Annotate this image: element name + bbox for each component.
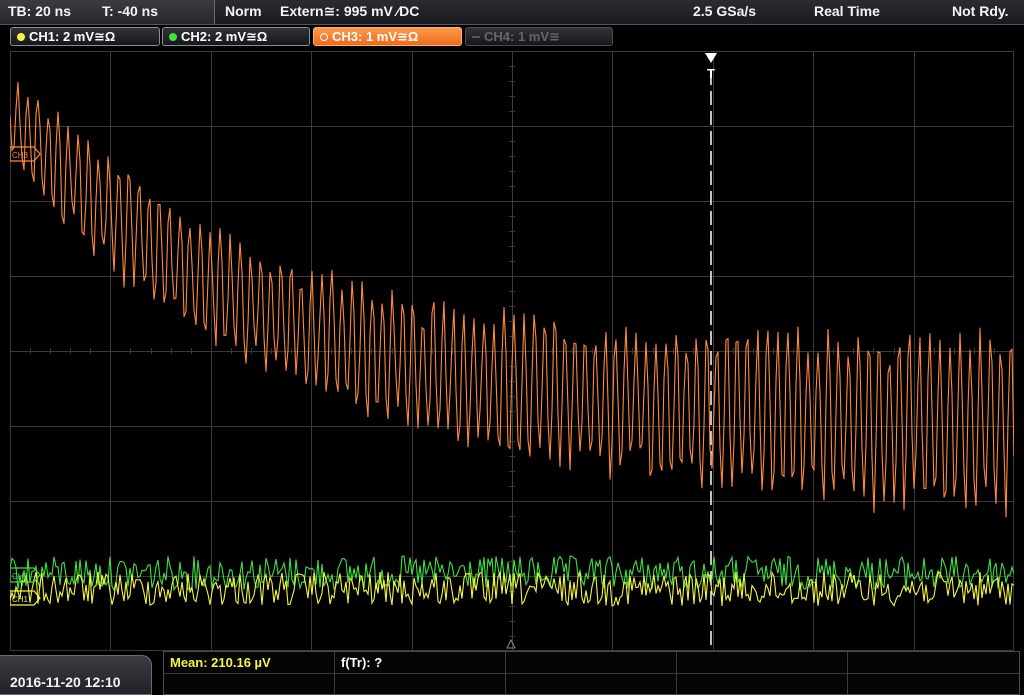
ground-marker-icon bbox=[506, 638, 516, 649]
trigger-mode-label[interactable]: Norm bbox=[225, 3, 262, 19]
measurement-cell[interactable]: f(Tr): ? bbox=[335, 652, 506, 673]
trigger-time-label[interactable]: T: -40 ns bbox=[102, 3, 158, 19]
measurement-mean: Mean: 210.16 µV bbox=[170, 655, 271, 670]
datetime-box[interactable]: 2016-11-20 12:10 bbox=[0, 655, 152, 695]
measurement-freq: f(Tr): ? bbox=[341, 655, 383, 670]
channel-tab-ch2[interactable]: CH2: 2 mV≅Ω bbox=[162, 27, 310, 46]
channel-dot-icon bbox=[17, 33, 25, 41]
svg-text:CH3: CH3 bbox=[12, 151, 29, 160]
measurement-cell-empty[interactable] bbox=[506, 652, 677, 673]
timebase-label[interactable]: TB: 20 ns bbox=[8, 3, 71, 19]
measurement-cell-empty[interactable] bbox=[677, 652, 848, 673]
channel-dot-icon bbox=[169, 33, 177, 41]
channel-off-icon bbox=[472, 36, 480, 38]
svg-text:CH2: CH2 bbox=[12, 572, 29, 581]
datetime-label: 2016-11-20 12:10 bbox=[10, 674, 121, 690]
channel-label: CH2: 2 mV≅Ω bbox=[181, 29, 268, 44]
channel-label: CH1: 2 mV≅Ω bbox=[29, 29, 116, 44]
trigger-position-icon[interactable] bbox=[705, 53, 717, 63]
channel-tab-ch4[interactable]: CH4: 1 mV≅ bbox=[465, 27, 613, 46]
channel-row: CH1: 2 mV≅Ω CH2: 2 mV≅Ω CH3: 1 mV≅Ω CH4:… bbox=[0, 25, 1024, 50]
sample-rate-label[interactable]: 2.5 GSa/s bbox=[693, 3, 756, 19]
acq-mode-label[interactable]: Real Time bbox=[814, 3, 880, 19]
measurement-row-2 bbox=[164, 673, 1019, 694]
acq-status-label: Not Rdy. bbox=[952, 3, 1009, 19]
measurement-panel[interactable]: Mean: 210.16 µV f(Tr): ? bbox=[163, 651, 1020, 695]
channel-label: CH3: 1 mV≅Ω bbox=[332, 29, 419, 44]
trigger-label: T bbox=[707, 66, 715, 81]
measurement-cell-empty[interactable] bbox=[506, 674, 677, 694]
status-bar: TB: 20 ns T: -40 ns Norm Extern≅: 995 mV… bbox=[0, 0, 1024, 25]
waveform-display[interactable]: T CH3 CH2 CH1 bbox=[10, 51, 1014, 651]
measurement-cell[interactable]: Mean: 210.16 µV bbox=[164, 652, 335, 673]
trigger-source-label[interactable]: Extern≅: 995 mV ∕DC bbox=[280, 3, 419, 20]
channel-dot-icon bbox=[320, 33, 328, 41]
measurement-cell-empty[interactable] bbox=[335, 674, 506, 694]
measurement-cell-empty[interactable] bbox=[677, 674, 848, 694]
channel-tab-ch3[interactable]: CH3: 1 mV≅Ω bbox=[313, 27, 462, 46]
channel-tab-ch1[interactable]: CH1: 2 mV≅Ω bbox=[10, 27, 160, 46]
channel-label: CH4: 1 mV≅ bbox=[484, 29, 560, 44]
measurement-cell-empty[interactable] bbox=[164, 674, 335, 694]
svg-text:CH1: CH1 bbox=[12, 595, 29, 604]
